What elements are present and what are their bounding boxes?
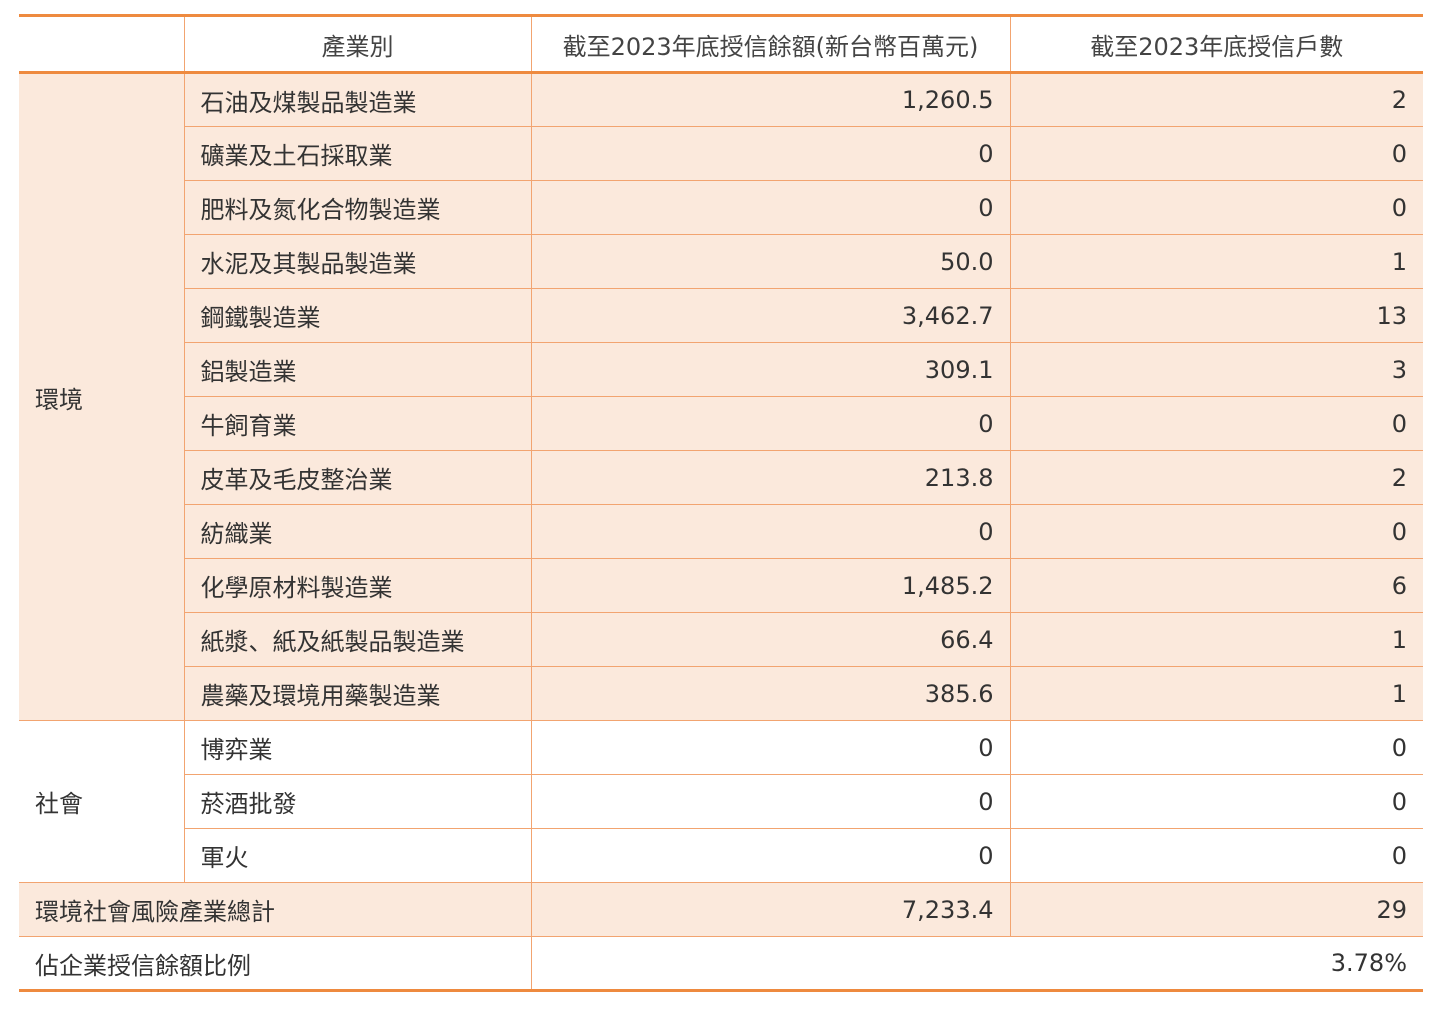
count-cell: 0 [1009,396,1423,451]
group-label: 社會 [19,720,185,883]
amount-cell: 0 [530,504,1011,559]
amount-cell: 0 [530,774,1011,829]
industry-cell: 牛飼育業 [184,396,532,451]
table-row: 牛飼育業 0 0 [19,396,1423,451]
table-row: 軍火 0 0 [19,828,1423,883]
table-row: 紙漿、紙及紙製品製造業 66.4 1 [19,612,1423,667]
amount-cell: 50.0 [530,234,1011,289]
count-cell: 3 [1009,342,1423,397]
count-cell: 1 [1009,666,1423,721]
table-row: 鋁製造業 309.1 3 [19,342,1423,397]
industry-cell: 水泥及其製品製造業 [184,234,532,289]
industry-cell: 菸酒批發 [184,774,532,829]
industry-cell: 鋼鐵製造業 [184,288,532,343]
header-count: 截至2023年底授信戶數 [1009,14,1423,74]
industry-cell: 石油及煤製品製造業 [183,72,532,127]
amount-cell: 309.1 [530,342,1011,397]
table-row: 化學原材料製造業 1,485.2 6 [19,558,1423,613]
count-cell: 13 [1009,288,1423,343]
industry-cell: 紡織業 [184,504,532,559]
table-row: 社會 博弈業 0 0 [19,720,1423,883]
table-row: 菸酒批發 0 0 [19,774,1423,829]
amount-cell: 1,485.2 [530,558,1011,613]
table-row: 紡織業 0 0 [19,504,1423,559]
industry-cell: 博弈業 [183,720,532,775]
count-cell: 0 [1009,774,1423,829]
industry-cell: 肥料及氮化合物製造業 [184,180,532,235]
amount-cell: 1,260.5 [530,72,1011,127]
ratio-label: 佔企業授信餘額比例 [19,936,532,992]
count-cell: 0 [1009,720,1423,775]
table-row: 礦業及土石採取業 0 0 [19,126,1423,181]
ratio-row: 佔企業授信餘額比例 3.78% [19,936,1423,992]
count-cell: 2 [1009,72,1423,127]
industry-cell: 化學原材料製造業 [184,558,532,613]
count-cell: 1 [1009,612,1423,667]
table-row: 水泥及其製品製造業 50.0 1 [19,234,1423,289]
amount-cell: 0 [530,126,1011,181]
table-row: 鋼鐵製造業 3,462.7 13 [19,288,1423,343]
industry-cell: 紙漿、紙及紙製品製造業 [184,612,532,667]
industry-cell: 鋁製造業 [184,342,532,397]
table-row: 環境 石油及煤製品製造業 1,260.5 2 [19,72,1423,721]
industry-cell: 軍火 [184,828,532,883]
count-cell: 1 [1009,234,1423,289]
industry-cell: 礦業及土石採取業 [184,126,532,181]
total-count: 29 [1009,882,1423,937]
industry-cell: 農藥及環境用藥製造業 [184,666,532,721]
total-label: 環境社會風險產業總計 [19,882,532,937]
amount-cell: 385.6 [530,666,1011,721]
amount-cell: 213.8 [530,450,1011,505]
count-cell: 0 [1009,828,1423,883]
table-row: 農藥及環境用藥製造業 385.6 1 [19,666,1423,721]
header-blank-cell [19,14,185,74]
count-cell: 2 [1009,450,1423,505]
count-cell: 0 [1009,126,1423,181]
total-amount: 7,233.4 [530,882,1011,937]
ratio-value: 3.78% [530,936,1423,992]
count-cell: 0 [1009,504,1423,559]
count-cell: 6 [1009,558,1423,613]
total-row: 環境社會風險產業總計 7,233.4 29 [19,882,1423,937]
count-cell: 0 [1009,180,1423,235]
header-row: 產業別 截至2023年底授信餘額(新台幣百萬元) 截至2023年底授信戶數 [19,14,1423,74]
industry-cell: 皮革及毛皮整治業 [184,450,532,505]
header-industry: 產業別 [183,14,532,74]
amount-cell: 3,462.7 [530,288,1011,343]
amount-cell: 0 [530,828,1011,883]
amount-cell: 66.4 [530,612,1011,667]
amount-cell: 0 [530,180,1011,235]
table-row: 皮革及毛皮整治業 213.8 2 [19,450,1423,505]
group-label: 環境 [19,72,185,721]
table-row: 肥料及氮化合物製造業 0 0 [19,180,1423,235]
amount-cell: 0 [530,396,1011,451]
amount-cell: 0 [530,720,1011,775]
table-body: 環境 石油及煤製品製造業 1,260.5 2 礦業及土石採取業 0 0 肥料及氮化合物製造業 0… [19,72,1423,992]
esg-credit-table: 產業別 截至2023年底授信餘額(新台幣百萬元) 截至2023年底授信戶數 環境… [19,14,1423,992]
header-amount: 截至2023年底授信餘額(新台幣百萬元) [530,14,1011,74]
